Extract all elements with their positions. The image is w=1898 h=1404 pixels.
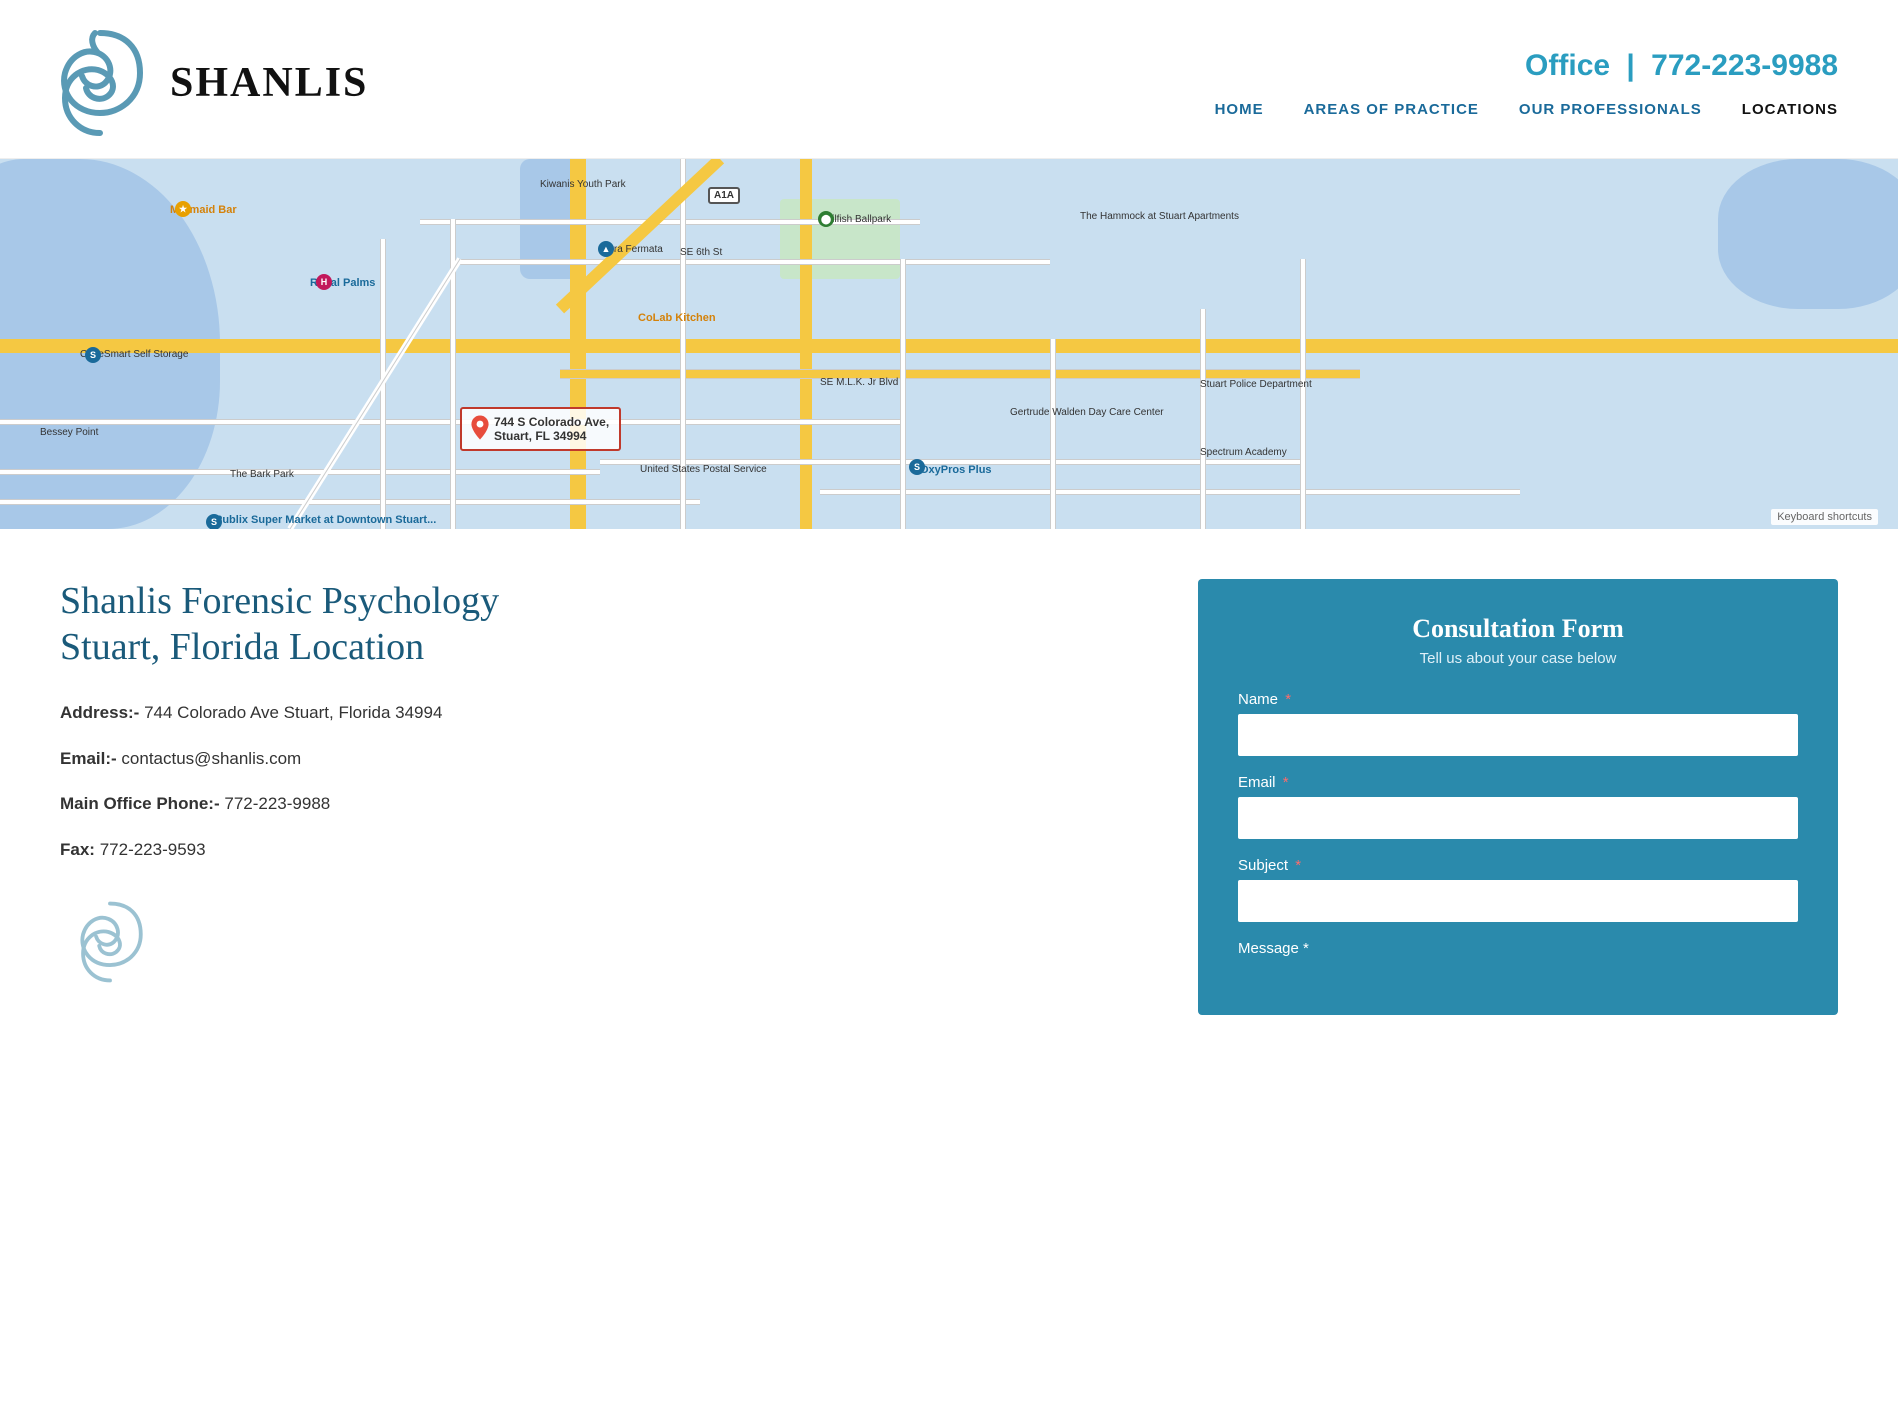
poi-sailfish: ⬤ xyxy=(818,211,834,227)
email-value[interactable]: contactus@shanlis.com xyxy=(121,749,301,768)
poi-terra-fermata: ▲ xyxy=(598,241,614,257)
address-label: Address:- xyxy=(60,703,139,722)
poi-oxypros: S xyxy=(909,459,925,475)
name-label: Name * xyxy=(1238,691,1798,708)
location-title-line2: Stuart, Florida Location xyxy=(60,626,424,668)
label-semlk: SE M.L.K. Jr Blvd xyxy=(820,377,898,388)
email-label: Email * xyxy=(1238,774,1798,791)
label-stuart-police: Stuart Police Department xyxy=(1200,379,1312,390)
subject-label: Subject * xyxy=(1238,857,1798,874)
logo-text: SHANLIS xyxy=(170,59,368,107)
poi-cubesmart: S xyxy=(85,347,101,363)
nav-home[interactable]: HOME xyxy=(1215,101,1264,118)
location-title: Shanlis Forensic Psychology Stuart, Flor… xyxy=(60,579,1138,670)
consultation-form[interactable]: Name * Email * Subject * xyxy=(1238,691,1798,957)
office-label: Office xyxy=(1525,49,1610,82)
phone-line: Office | 772-223-9988 xyxy=(1525,49,1838,83)
header-right: Office | 772-223-9988 HOME AREAS OF PRAC… xyxy=(1215,49,1838,118)
location-pin-icon xyxy=(470,416,490,443)
phone-value[interactable]: 772-223-9988 xyxy=(224,794,330,813)
email-group: Email * xyxy=(1238,774,1798,839)
subject-input[interactable] xyxy=(1238,880,1798,922)
name-input[interactable] xyxy=(1238,714,1798,756)
location-address: 744 S Colorado Ave, Stuart, FL 34994 xyxy=(494,415,609,443)
location-title-line1: Shanlis Forensic Psychology xyxy=(60,580,499,622)
phone-row: Main Office Phone:- 772-223-9988 xyxy=(60,791,1138,817)
consultation-form-container: Consultation Form Tell us about your cas… xyxy=(1198,579,1838,1015)
phone-number[interactable]: 772-223-9988 xyxy=(1651,49,1838,82)
name-group: Name * xyxy=(1238,691,1798,756)
form-subtitle: Tell us about your case below xyxy=(1238,650,1798,667)
message-required: * xyxy=(1303,940,1309,957)
label-publix: Publix Super Market at Downtown Stuart..… xyxy=(215,514,436,526)
label-spectrum: Spectrum Academy xyxy=(1200,447,1287,458)
poi-royal-palms: H xyxy=(316,274,332,290)
decorative-swirl-icon xyxy=(60,892,160,992)
label-postal: United States Postal Service xyxy=(640,464,767,475)
fax-value: 772-223-9593 xyxy=(100,840,206,859)
map-container[interactable]: Mermaid Bar Royal Palms Terra Fermata Cu… xyxy=(0,159,1898,529)
form-title: Consultation Form xyxy=(1238,614,1798,644)
address-value: 744 Colorado Ave Stuart, Florida 34994 xyxy=(144,703,442,722)
label-gertrude: Gertrude Walden Day Care Center xyxy=(1010,407,1164,418)
decorative-swirl xyxy=(60,892,1138,997)
label-bark-park: The Bark Park xyxy=(230,469,294,480)
location-box[interactable]: 744 S Colorado Ave, Stuart, FL 34994 xyxy=(460,407,621,451)
label-colab-kitchen: CoLab Kitchen xyxy=(638,312,716,324)
email-required: * xyxy=(1283,774,1289,791)
nav-locations[interactable]: LOCATIONS xyxy=(1742,101,1838,118)
label-se6th: SE 6th St xyxy=(680,247,722,258)
email-input[interactable] xyxy=(1238,797,1798,839)
label-kiwanis: Kiwanis Youth Park xyxy=(540,179,626,190)
map-background: Mermaid Bar Royal Palms Terra Fermata Cu… xyxy=(0,159,1898,529)
poi-mermaid-bar: ★ xyxy=(175,201,191,217)
poi-publix: S xyxy=(206,514,222,529)
nav-areas[interactable]: AREAS OF PRACTICE xyxy=(1304,101,1479,118)
subject-group: Subject * xyxy=(1238,857,1798,922)
message-group: Message * xyxy=(1238,940,1798,957)
name-required: * xyxy=(1285,691,1291,708)
phone-label: Main Office Phone:- xyxy=(60,794,220,813)
location-address-line1: 744 S Colorado Ave, xyxy=(494,415,609,429)
subject-required: * xyxy=(1295,857,1301,874)
email-row: Email:- contactus@shanlis.com xyxy=(60,746,1138,772)
left-column: Shanlis Forensic Psychology Stuart, Flor… xyxy=(60,579,1198,997)
logo-swirl-icon xyxy=(40,18,160,148)
main-content: Shanlis Forensic Psychology Stuart, Flor… xyxy=(0,529,1898,1055)
fax-row: Fax: 772-223-9593 xyxy=(60,837,1138,863)
main-nav: HOME AREAS OF PRACTICE OUR PROFESSIONALS… xyxy=(1215,101,1838,118)
label-oxypros: OxyPros Plus xyxy=(920,464,992,476)
keyboard-shortcuts: Keyboard shortcuts xyxy=(1771,509,1878,525)
email-label: Email:- xyxy=(60,749,117,768)
logo-area: SHANLIS xyxy=(40,18,368,148)
road-badge-a1a: A1A xyxy=(708,187,740,204)
address-row: Address:- 744 Colorado Ave Stuart, Flori… xyxy=(60,700,1138,726)
header: SHANLIS Office | 772-223-9988 HOME AREAS… xyxy=(0,0,1898,159)
message-label: Message * xyxy=(1238,940,1798,957)
nav-professionals[interactable]: OUR PROFESSIONALS xyxy=(1519,101,1702,118)
label-bessey-point: Bessey Point xyxy=(40,427,98,438)
fax-label: Fax: xyxy=(60,840,95,859)
location-address-line2: Stuart, FL 34994 xyxy=(494,429,609,443)
phone-divider: | xyxy=(1626,49,1634,82)
label-hammock: The Hammock at Stuart Apartments xyxy=(1080,211,1239,222)
